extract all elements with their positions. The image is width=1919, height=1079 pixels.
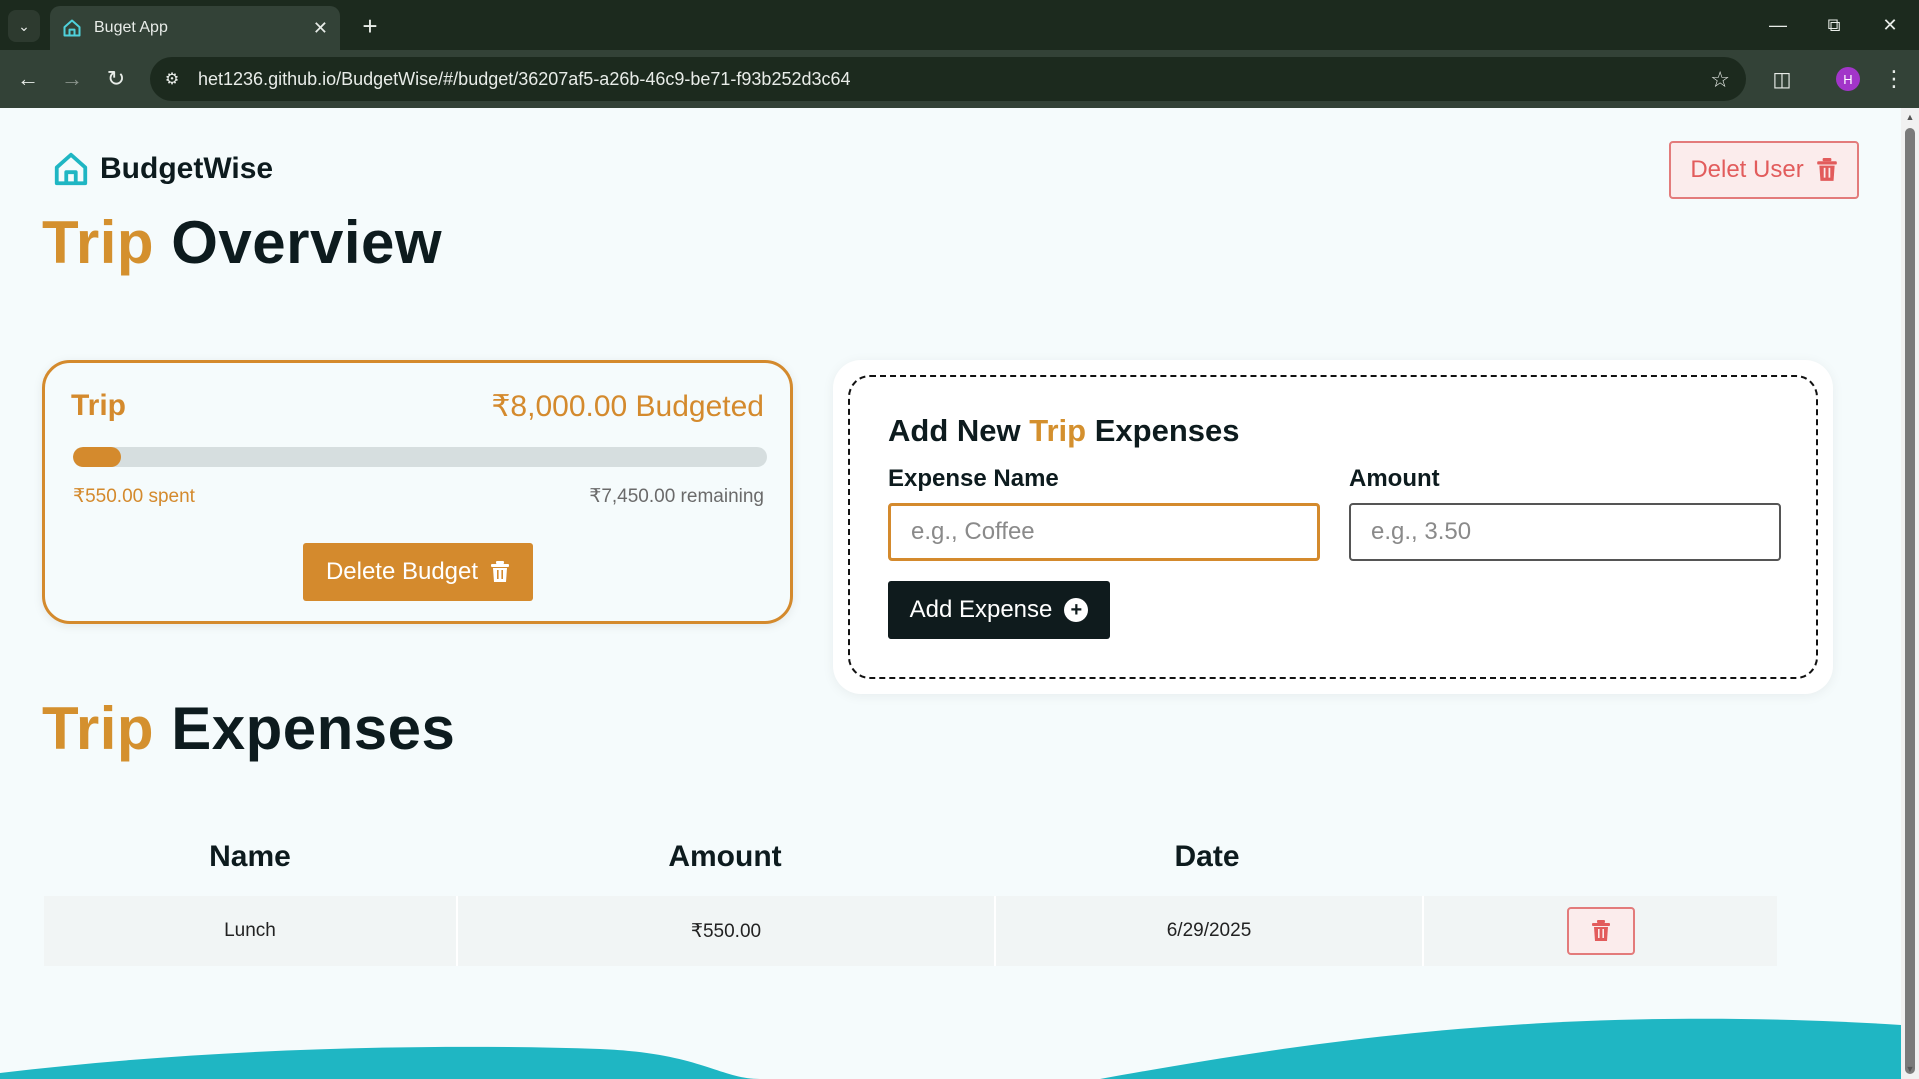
brand-name: BudgetWise [100, 152, 274, 185]
brand-logo[interactable]: BudgetWise [52, 150, 273, 188]
address-bar[interactable]: ⚙ het1236.github.io/BudgetWise/#/budget/… [150, 57, 1746, 101]
profile-avatar[interactable]: H [1836, 67, 1860, 91]
restore-button[interactable]: ⧉ [1814, 10, 1854, 40]
budget-remaining: ₹7,450.00 remaining [589, 486, 764, 507]
home-icon [63, 19, 81, 37]
plus-circle-icon: + [1064, 598, 1089, 622]
extensions-icon[interactable]: ◫ [1766, 63, 1798, 95]
url-text: het1236.github.io/BudgetWise/#/budget/36… [198, 68, 851, 89]
trash-icon [491, 561, 510, 582]
site-info-icon[interactable]: ⚙ [160, 69, 184, 89]
expense-amount-input[interactable] [1349, 503, 1781, 561]
expenses-title: Trip Expenses [42, 694, 455, 763]
footer-wave [0, 1018, 1901, 1079]
bookmark-star-icon[interactable]: ☆ [1710, 67, 1730, 93]
scroll-up-icon[interactable]: ▲ [1905, 112, 1915, 122]
delete-budget-label: Delete Budget [325, 558, 479, 585]
delete-budget-button[interactable]: Delete Budget [303, 543, 533, 601]
budget-name: Trip [71, 389, 127, 422]
expense-name-input[interactable] [888, 503, 1320, 561]
more-menu-icon[interactable]: ⋮ [1878, 63, 1910, 95]
delete-user-label: Delet User [1690, 156, 1804, 183]
close-tab-icon[interactable]: ✕ [313, 18, 328, 39]
scrollbar-thumb[interactable] [1905, 128, 1915, 1074]
expenses-title-rest: Expenses [171, 695, 456, 762]
add-expense-button[interactable]: Add Expense + [888, 581, 1110, 639]
chevron-down-icon: ⌄ [18, 17, 30, 34]
add-expense-title: Add New Trip Expenses [888, 413, 1239, 449]
overview-title-rest: Overview [171, 209, 443, 276]
add-expense-card: Add New Trip Expenses Expense Name Amoun… [833, 360, 1833, 694]
expense-date-cell: 6/29/2025 [1166, 920, 1252, 941]
add-expense-form: Add New Trip Expenses Expense Name Amoun… [848, 375, 1818, 679]
trash-icon [1816, 158, 1837, 181]
expense-amount-cell: ₹550.00 [690, 920, 762, 942]
reload-button[interactable]: ↻ [100, 63, 132, 95]
tab-title: Buget App [94, 19, 168, 36]
home-icon [54, 152, 88, 186]
column-header-date: Date [1174, 840, 1240, 873]
new-tab-button[interactable]: + [354, 10, 386, 42]
column-header-amount: Amount [668, 840, 782, 873]
form-title-accent: Trip [1029, 413, 1087, 448]
close-window-button[interactable]: ✕ [1870, 10, 1910, 40]
back-button[interactable]: ← [12, 63, 44, 95]
overview-title-accent: Trip [42, 209, 155, 276]
expense-name-label: Expense Name [888, 465, 1059, 492]
expense-action-cell [1424, 896, 1777, 966]
budget-spent: ₹550.00 spent [73, 486, 195, 507]
delete-user-button[interactable]: Delet User [1669, 141, 1859, 199]
overview-title: Trip Overview [42, 208, 442, 277]
browser-toolbar: ← → ↻ ⚙ het1236.github.io/BudgetWise/#/b… [0, 50, 1919, 108]
browser-tab[interactable]: Buget App ✕ [50, 6, 340, 50]
page-content: BudgetWise Delet User Trip Overview Trip… [0, 108, 1901, 1079]
budget-card: Trip ₹8,000.00 Budgeted ₹550.00 spent ₹7… [42, 360, 793, 624]
delete-expense-button[interactable] [1566, 907, 1635, 955]
table-row: Lunch ₹550.00 6/29/2025 [44, 896, 1777, 966]
expense-name-cell: Lunch [224, 920, 276, 941]
expenses-title-accent: Trip [42, 695, 155, 762]
expense-amount-label: Amount [1349, 465, 1440, 492]
column-header-name: Name [209, 840, 291, 873]
forward-button[interactable]: → [56, 63, 88, 95]
form-title-prefix: Add New [888, 413, 1021, 448]
budget-progress-bar [73, 447, 767, 467]
budget-progress-fill [73, 447, 121, 467]
budget-amount: ₹8,000.00 Budgeted [491, 390, 764, 423]
tab-search-button[interactable]: ⌄ [8, 10, 40, 42]
form-title-suffix: Expenses [1094, 413, 1240, 448]
add-expense-label: Add Expense [909, 596, 1053, 623]
browser-tab-bar: ⌄ Buget App ✕ + — ⧉ ✕ [0, 0, 1919, 50]
page-scrollbar[interactable]: ▲ ▼ [1901, 108, 1919, 1079]
scroll-down-icon[interactable]: ▼ [1905, 1064, 1915, 1074]
minimize-button[interactable]: — [1758, 10, 1798, 40]
trash-icon [1591, 920, 1610, 941]
